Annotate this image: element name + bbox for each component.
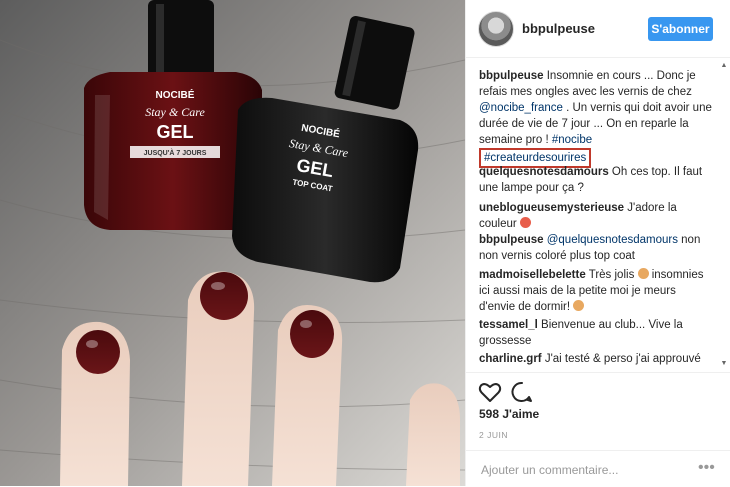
comment-mention[interactable]: @quelquesnotesdamours (547, 234, 678, 246)
comment-item: quelquesnotesdamours Oh ces top. Il faut… (479, 164, 715, 196)
post-date[interactable]: 2 JUIN (479, 430, 508, 440)
likes-count[interactable]: 598 J'aime (479, 407, 539, 421)
comment-author[interactable]: uneblogueusemysterieuse (479, 202, 624, 214)
comment-text: Très jolis (588, 269, 635, 281)
caption-author[interactable]: bbpulpeuse (479, 70, 544, 82)
post-photo[interactable]: NOCIBÉ Stay & Care GEL JUSQU'À 7 JOURS N… (0, 0, 465, 486)
comment-item: madmoisellebelette Très jolis insomnies … (479, 267, 715, 315)
comment-item: uneblogueusemysterieuse J'adore la coule… (479, 200, 715, 232)
post-side-panel: bbpulpeuse S'abonner bbpulpeuse Insomnie… (465, 0, 730, 486)
svg-text:GEL: GEL (156, 122, 193, 142)
follow-button[interactable]: S'abonner (648, 17, 713, 41)
comments-list[interactable]: bbpulpeuse Insomnie en cours ... Donc je… (466, 62, 730, 372)
comment-item: bbpulpeuse @quelquesnotesdamours non non… (479, 232, 715, 264)
smile-emoji-icon (637, 268, 649, 279)
comment-item: tessamel_l Bienvenue au club... Vive la … (479, 317, 715, 349)
comment-author[interactable]: madmoisellebelette (479, 269, 586, 281)
heart-eyes-emoji-icon (519, 217, 531, 228)
comment-author[interactable]: tessamel_l (479, 319, 538, 331)
svg-text:Stay & Care: Stay & Care (145, 105, 205, 119)
comment-input[interactable] (479, 459, 693, 481)
avatar[interactable] (478, 11, 514, 47)
caption: bbpulpeuse Insomnie en cours ... Donc je… (479, 68, 715, 168)
comment-author[interactable]: bbpulpeuse (479, 234, 544, 246)
nail-polish-photo: NOCIBÉ Stay & Care GEL JUSQU'À 7 JOURS N… (0, 0, 465, 486)
scroll-down-icon[interactable]: ▼ (720, 360, 728, 367)
comments-scrollbar[interactable]: ▲ ▼ (720, 62, 728, 372)
caption-mention[interactable]: @nocibe_france (479, 102, 563, 114)
svg-text:NOCIBÉ: NOCIBÉ (156, 88, 195, 101)
post-actions: 598 J'aime 2 JUIN ••• (466, 372, 730, 486)
post-header: bbpulpeuse S'abonner (466, 0, 730, 58)
comment-icon[interactable] (510, 380, 534, 404)
comment-author[interactable]: charline.grf (479, 353, 542, 365)
more-options-icon[interactable]: ••• (698, 459, 715, 477)
hashtag-nocibe[interactable]: #nocibe (552, 134, 592, 146)
header-username[interactable]: bbpulpeuse (522, 21, 595, 36)
add-comment-bar: ••• (466, 450, 730, 487)
comment-item: charline.grf J'ai testé & perso j'ai app… (479, 351, 715, 367)
scroll-up-icon[interactable]: ▲ (720, 62, 728, 69)
sleepy-emoji-icon (573, 300, 585, 311)
svg-text:JUSQU'À 7 JOURS: JUSQU'À 7 JOURS (144, 148, 207, 157)
heart-icon[interactable] (478, 380, 502, 404)
comment-text: J'ai testé & perso j'ai approuvé (544, 353, 701, 365)
comment-author[interactable]: quelquesnotesdamours (479, 166, 609, 178)
